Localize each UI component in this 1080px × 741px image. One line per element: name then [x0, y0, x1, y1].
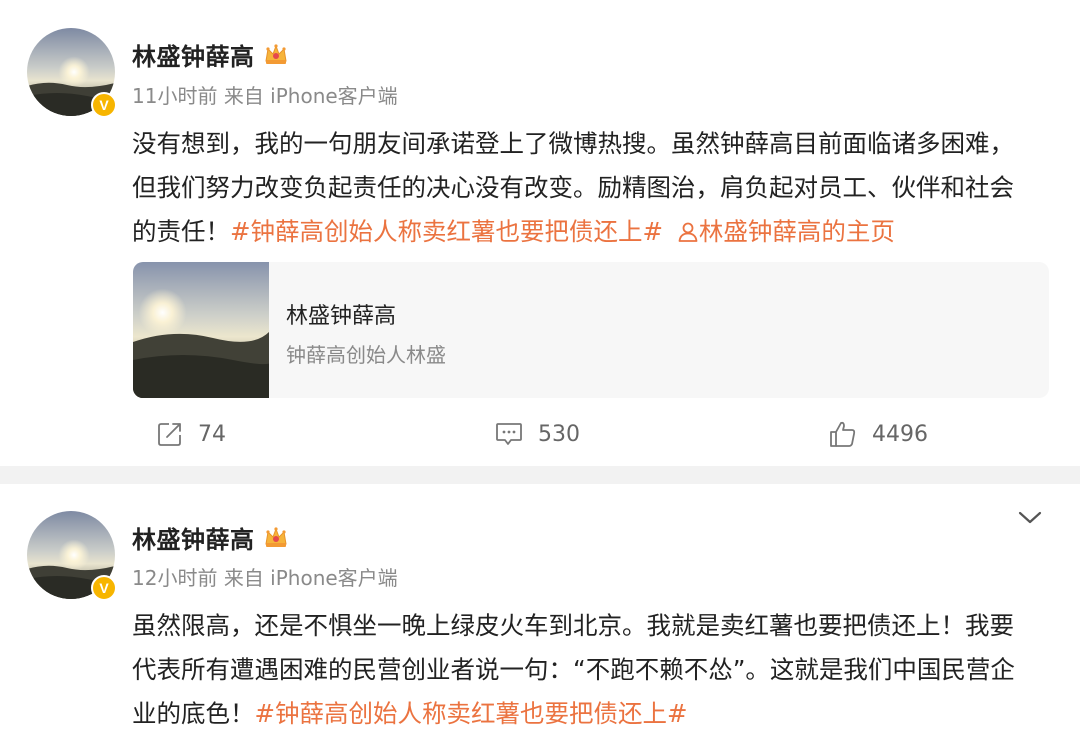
crown-icon [264, 527, 287, 547]
topic-link[interactable]: #钟薛高创始人称卖红薯也要把债还上# [255, 699, 688, 728]
post-text-line: 业的底色！#钟薛高创始人称卖红薯也要把债还上# [132, 692, 1057, 736]
post-meta: 11小时前 来自 iPhone客户端 [132, 82, 398, 110]
post-text-line: 虽然限高，还是不惧坐一晚上绿皮火车到北京。我就是卖红薯也要把债还上！我要 [132, 611, 1014, 640]
like-count: 4496 [872, 421, 928, 447]
post-source: 来自 iPhone客户端 [223, 84, 398, 108]
card-thumbnail [133, 262, 269, 398]
profile-card[interactable]: 林盛钟薛高 钟薛高创始人林盛 [133, 262, 1049, 398]
post-text-line: 代表所有遭遇困难的民营创业者说一句：“不跑不赖不怂”。这就是我们中国民营企 [132, 655, 1015, 684]
post-time: 12小时前 [132, 566, 218, 590]
post-text: 没有想到，我的一句朋友间承诺登上了微博热搜。虽然钟薛高目前面临诸多困难， 但我们… [132, 122, 1057, 254]
thumbs-up-icon [830, 421, 856, 447]
post-text-line: 但我们努力改变负起责任的决心没有改变。励精图治，肩负起对员工、伙伴和社会 [132, 173, 1014, 202]
post-actions: 74 530 4496 [0, 414, 1080, 454]
repost-button[interactable]: 74 [156, 414, 226, 454]
repost-count: 74 [198, 421, 226, 447]
post-meta: 12小时前 来自 iPhone客户端 [132, 564, 398, 592]
chevron-down-icon[interactable] [1016, 508, 1044, 528]
avatar[interactable]: V [27, 511, 117, 601]
author-name[interactable]: 林盛钟薛高 [132, 37, 255, 72]
topic-link[interactable]: #钟薛高创始人称卖红薯也要把债还上# [230, 217, 663, 246]
post-text-line: 没有想到，我的一句朋友间承诺登上了微博热搜。虽然钟薛高目前面临诸多困难， [132, 129, 1014, 158]
author-name[interactable]: 林盛钟薛高 [132, 520, 255, 555]
crown-icon [264, 44, 287, 64]
post-divider [0, 466, 1080, 484]
post-text-fragment: 的责任！ [132, 217, 230, 246]
like-button[interactable]: 4496 [828, 414, 928, 454]
user-icon [678, 222, 698, 242]
weibo-post: V 林盛钟薛高 12小时前 来自 iPhone客户端 虽然限高，还是不惧坐一晚上… [0, 484, 1080, 741]
post-time: 11小时前 [132, 84, 218, 108]
post-text: 虽然限高，还是不惧坐一晚上绿皮火车到北京。我就是卖红薯也要把债还上！我要 代表所… [132, 604, 1057, 736]
card-title: 林盛钟薛高 [286, 304, 397, 329]
avatar[interactable]: V [27, 28, 117, 118]
verified-badge-icon: V [91, 92, 117, 118]
weibo-post: V 林盛钟薛高 11小时前 来自 iPhone客户端 没有想到，我的一句朋友间承… [0, 0, 1080, 466]
post-text-fragment: 业的底色！ [132, 699, 255, 728]
comment-count: 530 [538, 421, 580, 447]
comment-icon [496, 423, 522, 445]
comment-button[interactable]: 530 [494, 414, 580, 454]
profile-link[interactable]: 林盛钟薛高的主页 [677, 217, 895, 246]
profile-link-label: 林盛钟薛高的主页 [698, 217, 895, 246]
verified-badge-icon: V [91, 575, 117, 601]
post-text-line: 的责任！#钟薛高创始人称卖红薯也要把债还上# 林盛钟薛高的主页 [132, 210, 1057, 254]
repost-icon [158, 423, 181, 446]
post-source: 来自 iPhone客户端 [223, 566, 398, 590]
card-subtitle: 钟薛高创始人林盛 [286, 343, 446, 367]
